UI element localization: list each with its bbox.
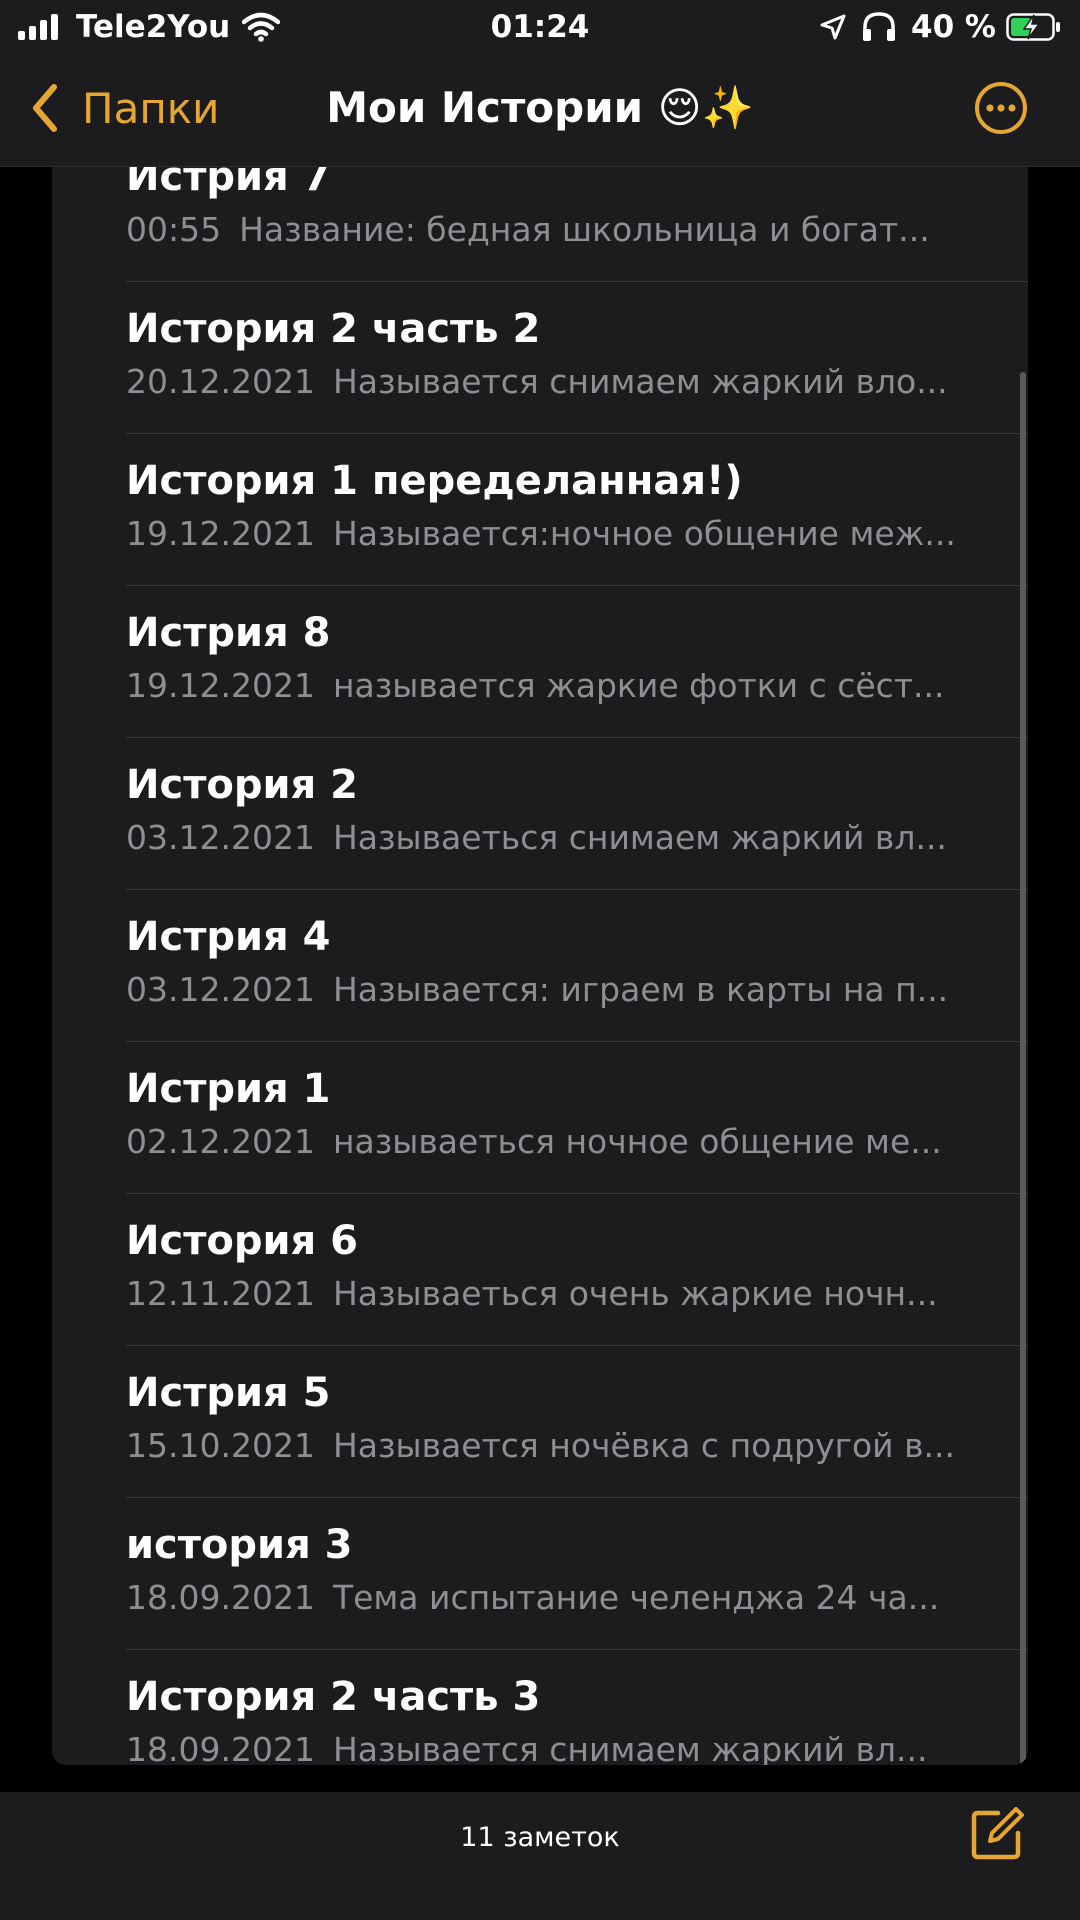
battery-charging-icon <box>1006 13 1060 41</box>
note-row[interactable]: Истрия 8 19.12.2021 называется жаркие фотк… <box>52 586 1028 738</box>
note-preview: называеться ночное общение ме... <box>332 1122 942 1161</box>
note-title: Истрия 1 <box>126 1066 331 1112</box>
note-row[interactable]: Истрия 1 02.12.2021 называеться ночное общ… <box>52 1042 1028 1194</box>
note-title: История 2 часть 3 <box>126 1674 541 1720</box>
status-bar: Tele2You 01:24 40 % <box>0 0 1080 54</box>
note-subtitle: 03.12.2021 Называеться снимаем жаркий вл.… <box>126 818 986 857</box>
note-preview: Называеться очень жаркие ночн... <box>332 1274 938 1313</box>
note-date: 00:55 <box>126 210 222 249</box>
note-date: 20.12.2021 <box>126 362 315 401</box>
note-preview: Называется:ночное общение меж... <box>332 514 956 553</box>
note-subtitle: 12.11.2021 Называеться очень жаркие ночн.… <box>126 1274 986 1313</box>
note-date: 02.12.2021 <box>126 1122 315 1161</box>
note-date: 03.12.2021 <box>126 818 315 857</box>
headphones-icon <box>861 11 897 43</box>
status-right: 40 % <box>805 6 1062 48</box>
note-date: 15.10.2021 <box>126 1426 315 1465</box>
note-row[interactable]: История 1 переделанная!) 19.12.2021 Называ… <box>52 434 1028 586</box>
navigation-bar: Папки Мои Истории 😌✨ <box>0 54 1080 167</box>
note-title: История 2 <box>126 762 358 808</box>
note-subtitle: 18.09.2021 Тема испытание челенджа 24 ча.… <box>126 1578 986 1617</box>
note-count: 11 заметок <box>460 1822 620 1853</box>
ellipsis-circle-icon <box>975 82 1027 134</box>
compose-icon <box>971 1807 1024 1860</box>
battery-percentage: 40 % <box>911 9 996 45</box>
notes-list: Истрия 7 00:55 Название: бедная школьница … <box>52 167 1028 1765</box>
note-title: Истрия 8 <box>126 610 331 656</box>
note-preview: называется жаркие фотки с сёст... <box>332 666 945 705</box>
note-subtitle: 02.12.2021 называеться ночное общение ме.… <box>126 1122 986 1161</box>
note-date: 19.12.2021 <box>126 666 315 705</box>
note-date: 03.12.2021 <box>126 970 315 1009</box>
note-preview: Называеться снимаем жаркий вл... <box>332 818 947 857</box>
note-title: Истрия 5 <box>126 1370 331 1416</box>
note-row[interactable]: История 2 часть 3 18.09.2021 Называется сн… <box>52 1650 1028 1765</box>
note-preview: Называется ночёвка с подругой в... <box>332 1426 956 1465</box>
note-date: 12.11.2021 <box>126 1274 315 1313</box>
note-row[interactable]: История 2 03.12.2021 Называеться снимаем ж… <box>52 738 1028 890</box>
note-row[interactable]: Истрия 7 00:55 Название: бедная школьница … <box>52 167 1028 282</box>
note-row[interactable]: Истрия 4 03.12.2021 Называется: играем в к… <box>52 890 1028 1042</box>
note-subtitle: 15.10.2021 Называется ночёвка с подругой … <box>126 1426 986 1465</box>
bottom-toolbar: 11 заметок <box>0 1792 1080 1920</box>
note-title: история 3 <box>126 1522 353 1568</box>
note-title: История 1 переделанная!) <box>126 458 743 504</box>
chevron-left-icon <box>33 84 57 132</box>
note-preview: Тема испытание челенджа 24 ча... <box>332 1578 940 1617</box>
note-title: История 2 часть 2 <box>126 306 541 352</box>
note-preview: Называется снимаем жаркий вл... <box>332 1730 928 1765</box>
note-row[interactable]: История 2 часть 2 20.12.2021 Называется сн… <box>52 282 1028 434</box>
note-subtitle: 19.12.2021 называется жаркие фотки с сёст… <box>126 666 986 705</box>
note-subtitle: 19.12.2021 Называется:ночное общение меж.… <box>126 514 986 553</box>
note-date: 19.12.2021 <box>126 514 315 553</box>
note-date: 18.09.2021 <box>126 1730 315 1765</box>
note-preview: Название: бедная школьница и богат... <box>239 210 930 249</box>
location-arrow-icon <box>819 13 847 41</box>
back-label: Папки <box>82 83 220 133</box>
note-subtitle: 00:55 Название: бедная школьница и богат.… <box>126 210 986 249</box>
scrollbar[interactable] <box>1020 372 1026 1765</box>
page-title: Мои Истории 😌✨ <box>326 83 754 132</box>
note-row[interactable]: история 3 18.09.2021 Тема испытание челенд… <box>52 1498 1028 1650</box>
note-subtitle: 03.12.2021 Называется: играем в карты на … <box>126 970 986 1009</box>
note-subtitle: 18.09.2021 Называется снимаем жаркий вл..… <box>126 1730 986 1765</box>
note-preview: Называется снимаем жаркий вло... <box>332 362 948 401</box>
note-date: 18.09.2021 <box>126 1578 315 1617</box>
note-row[interactable]: Истрия 5 15.10.2021 Называется ночёвка с п… <box>52 1346 1028 1498</box>
more-button[interactable] <box>974 81 1028 135</box>
note-subtitle: 20.12.2021 Называется снимаем жаркий вло.… <box>126 362 986 401</box>
note-preview: Называется: играем в карты на п... <box>332 970 949 1009</box>
back-button[interactable]: Папки <box>30 76 219 140</box>
note-title: История 6 <box>126 1218 358 1264</box>
note-row[interactable]: История 6 12.11.2021 Называеться очень жар… <box>52 1194 1028 1346</box>
note-title: Истрия 4 <box>126 914 331 960</box>
notes-folder-screen: Tele2You 01:24 40 % Папки Мои Истории 😌✨… <box>0 0 1080 1920</box>
compose-button[interactable] <box>968 1805 1026 1863</box>
note-title: Истрия 7 <box>126 167 331 200</box>
notes-container: Истрия 7 00:55 Название: бедная школьница … <box>52 167 1028 1765</box>
